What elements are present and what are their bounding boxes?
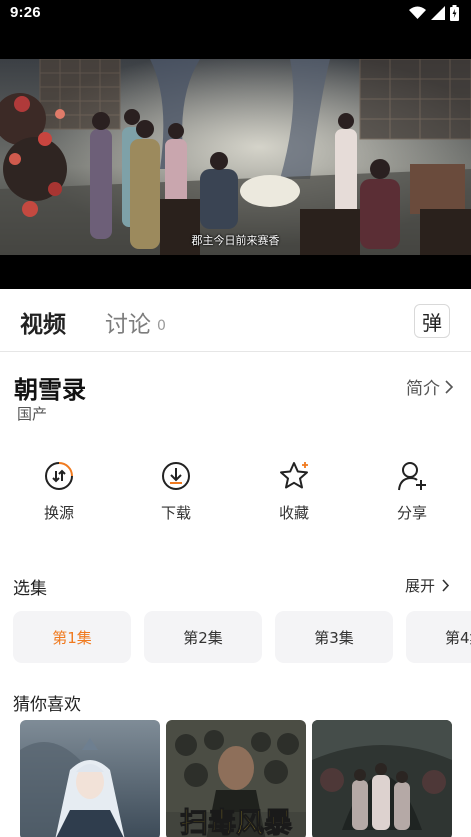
battery-icon [450, 5, 459, 21]
status-bar: 9:26 [0, 0, 471, 28]
favorite-label: 收藏 [278, 504, 309, 522]
episode-button-1[interactable]: 第1集 [13, 611, 131, 663]
switch-source-label: 换源 [43, 504, 74, 522]
expand-episodes-button[interactable]: 展开 [405, 575, 450, 596]
recommend-poster-2[interactable]: 扫毒风暴 [166, 720, 306, 837]
recommend-poster-1[interactable] [20, 720, 160, 837]
chevron-right-icon [445, 379, 454, 394]
recommend-title: 猜你喜欢 [13, 695, 81, 715]
episode-button-4[interactable]: 第4集 [406, 611, 471, 663]
signal-icon [431, 6, 445, 20]
switch-source-button[interactable]: 换源 [14, 460, 104, 523]
chevron-right-icon [442, 579, 450, 592]
switch-source-icon [45, 462, 73, 490]
status-time: 9:26 [10, 4, 41, 21]
intro-link[interactable]: 简介 [406, 374, 454, 399]
episode-button-3[interactable]: 第3集 [275, 611, 393, 663]
poster-title-text: 扫毒风暴 [180, 806, 293, 837]
download-button[interactable]: 下载 [131, 460, 221, 523]
download-label: 下载 [160, 504, 191, 522]
tab-discuss[interactable]: 讨论 [105, 305, 151, 339]
danmu-icon: 弹 [422, 310, 442, 335]
video-frame-scene [0, 59, 471, 255]
intro-label: 简介 [406, 379, 440, 399]
video-subtitle: 郡主今日前来赛香 [191, 234, 280, 247]
share-user-icon [398, 462, 426, 491]
wifi-icon [409, 6, 426, 19]
episodes-title: 选集 [13, 579, 47, 599]
show-title: 朝雪录 [14, 376, 86, 404]
episode-button-2[interactable]: 第2集 [144, 611, 262, 663]
tab-video[interactable]: 视频 [20, 305, 66, 339]
recommend-poster-3[interactable] [312, 720, 452, 837]
player-top-bar[interactable] [0, 28, 471, 59]
expand-label: 展开 [405, 577, 436, 595]
status-icons [409, 5, 459, 21]
show-region: 国产 [17, 405, 48, 423]
download-icon [162, 462, 190, 490]
danmu-toggle-button[interactable]: 弹 [414, 304, 450, 338]
share-button[interactable]: 分享 [367, 460, 457, 523]
discuss-count-badge: 0 [157, 318, 166, 334]
poster-image [312, 720, 452, 837]
player-bottom-bar[interactable] [0, 255, 471, 289]
poster-image [20, 720, 160, 837]
video-player[interactable]: 郡主今日前来赛香 [0, 59, 471, 255]
poster-image: 扫毒风暴 [166, 720, 306, 837]
star-icon [280, 462, 308, 489]
favorite-button[interactable]: 收藏 [249, 460, 339, 523]
share-label: 分享 [396, 504, 427, 522]
detail-tabs: 视频 讨论 0 弹 [0, 290, 471, 352]
